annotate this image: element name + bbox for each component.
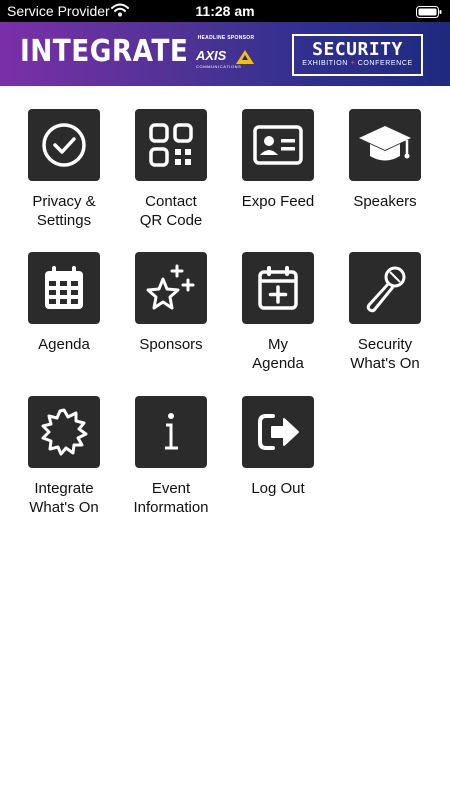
event-banner: INTEGRATE HEADLINE SPONSOR AXIS COMMUNIC… (0, 22, 450, 86)
security-event-logo: SECURITY EXHIBITION + CONFERENCE (292, 34, 423, 76)
tile-label: My Agenda (252, 336, 304, 372)
check-circle-icon (42, 123, 86, 167)
tile-label: Agenda (38, 336, 90, 353)
event-information-button[interactable] (135, 396, 207, 468)
microphone-icon (366, 266, 406, 313)
axis-logo: AXIS COMMUNICATIONS (196, 48, 256, 72)
headline-sponsor-label: HEADLINE SPONSOR (197, 35, 255, 41)
axis-subtext: COMMUNICATIONS (196, 64, 242, 69)
agenda-button[interactable] (28, 252, 100, 324)
integrate-whats-on-button[interactable] (28, 396, 100, 468)
tile-label: Sponsors (139, 336, 203, 353)
privacy-settings-button[interactable] (28, 109, 100, 181)
security-sub-plus: + (350, 60, 356, 67)
tile-label: Expo Feed (241, 193, 315, 210)
axis-wordmark: AXIS (196, 48, 227, 63)
qr-code-icon (149, 123, 193, 167)
logout-icon (258, 414, 299, 450)
my-agenda-button[interactable] (242, 252, 314, 324)
tile-label: Integrate What's On (29, 480, 99, 516)
status-bar: Service Provider 11:28 am (0, 0, 450, 22)
battery-icon (416, 5, 442, 23)
tile-label: Log Out (251, 480, 305, 497)
id-card-icon (253, 125, 303, 165)
tile-label: Contact QR Code (139, 193, 203, 229)
security-subtitle: EXHIBITION + CONFERENCE (294, 60, 421, 67)
integrate-logo: INTEGRATE (20, 34, 189, 69)
starburst-icon (41, 408, 88, 456)
tile-label: Event Information (133, 480, 209, 516)
contact-qr-button[interactable] (135, 109, 207, 181)
tile-label: Security What's On (350, 336, 420, 372)
calendar-plus-icon (258, 266, 298, 310)
speakers-button[interactable] (349, 109, 421, 181)
tile-label: Speakers (353, 193, 417, 210)
calendar-grid-icon (45, 266, 83, 309)
axis-triangle-icon (236, 50, 254, 64)
log-out-button[interactable] (242, 396, 314, 468)
tile-label: Privacy & Settings (32, 193, 96, 229)
info-icon (165, 413, 178, 450)
security-whats-on-button[interactable] (349, 252, 421, 324)
expo-feed-button[interactable] (242, 109, 314, 181)
clock: 11:28 am (195, 3, 255, 19)
star-sparkle-icon (146, 264, 195, 310)
graduation-cap-icon (359, 126, 411, 161)
sponsors-button[interactable] (135, 252, 207, 324)
security-sub-exhibition: EXHIBITION (302, 60, 348, 67)
security-sub-conference: CONFERENCE (357, 60, 413, 67)
security-title: SECURITY (312, 39, 403, 60)
